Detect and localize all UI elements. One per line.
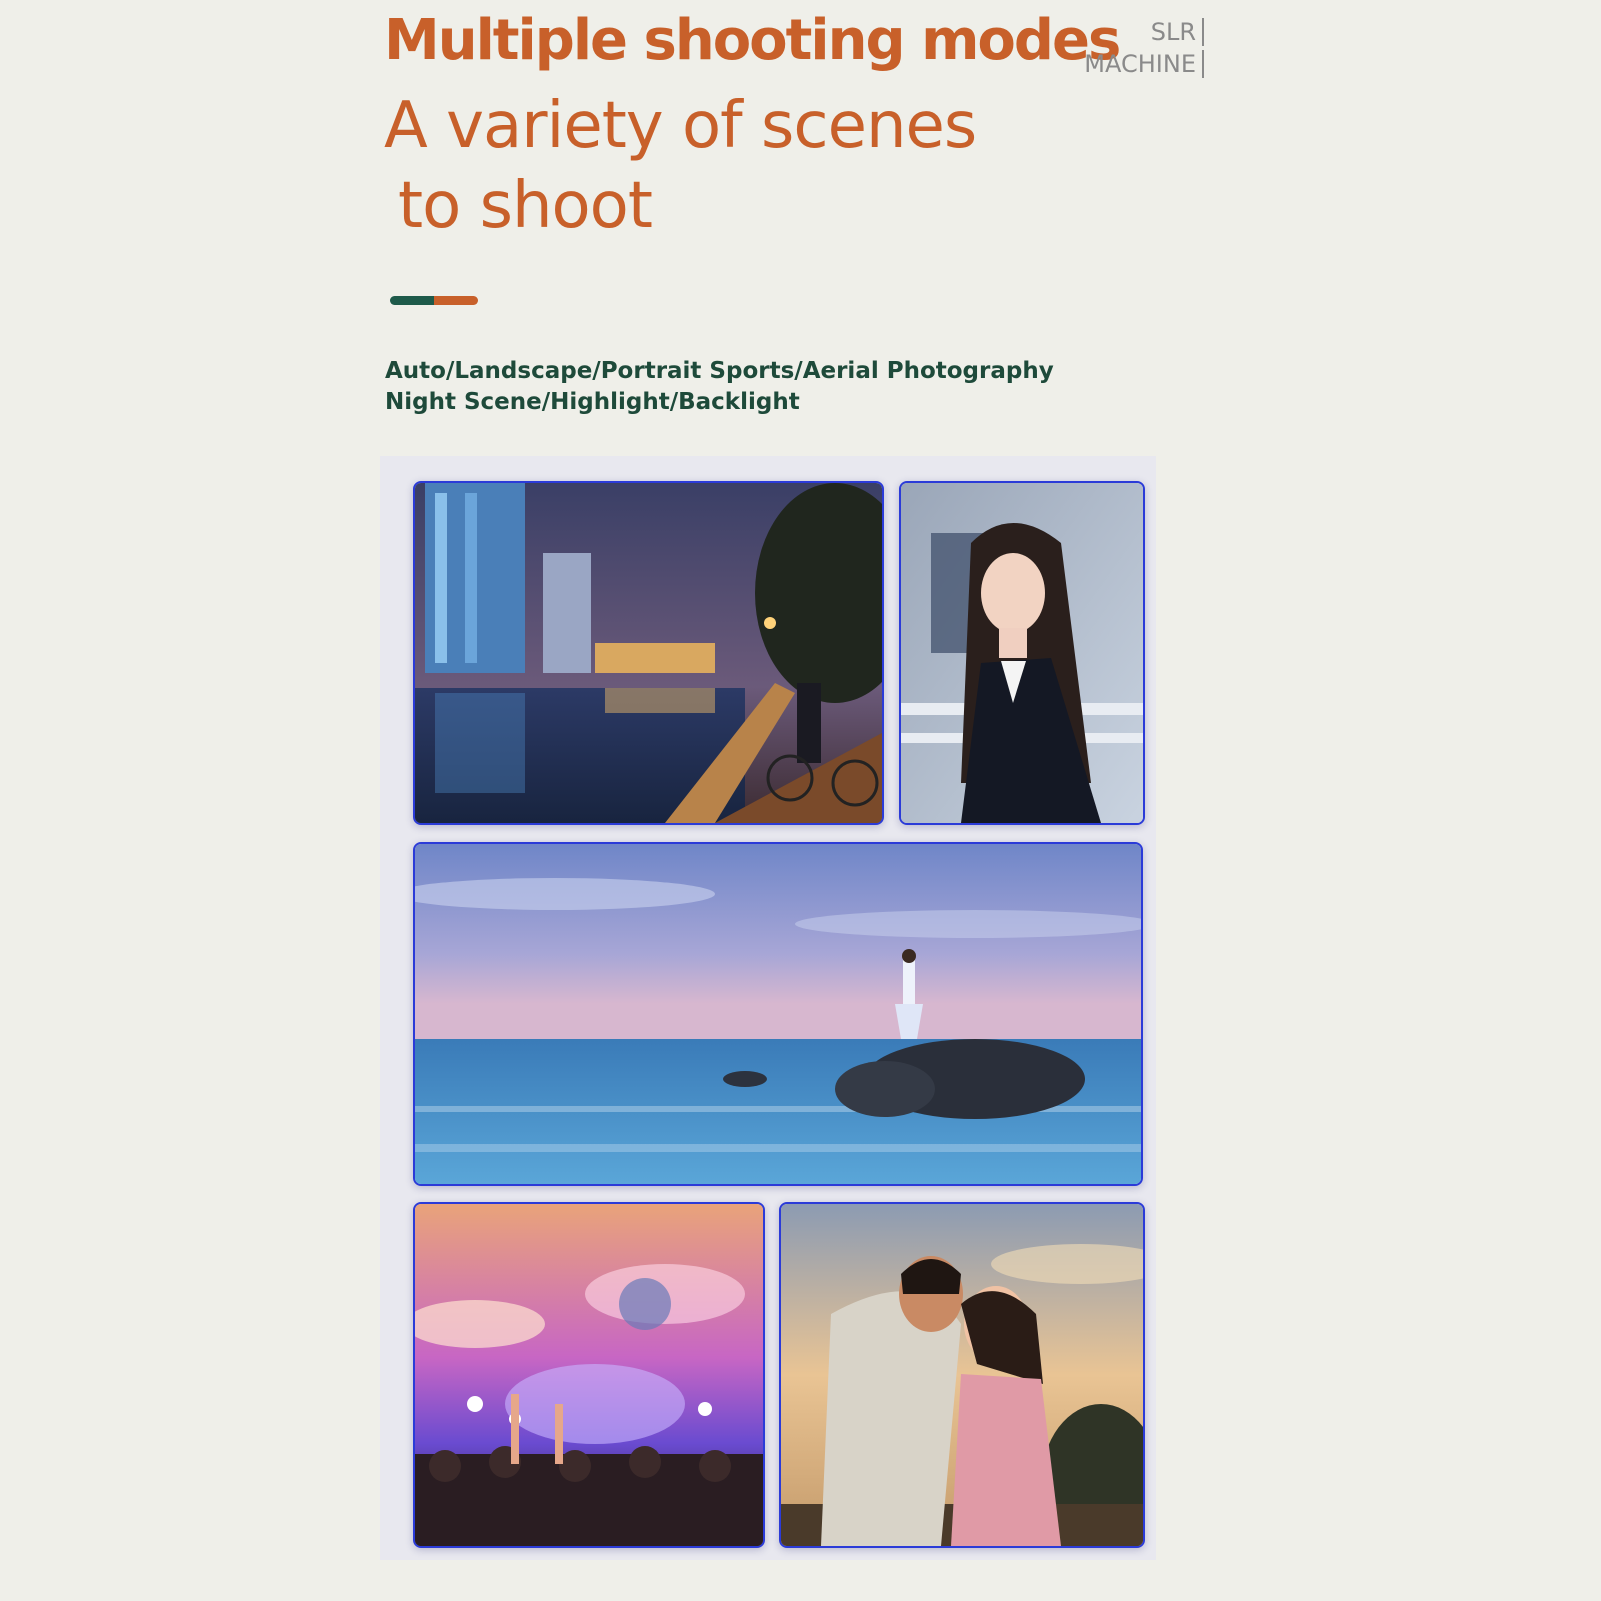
shooting-modes-line-2: Night Scene/Highlight/Backlight: [385, 389, 800, 415]
side-tag-slr: SLR: [1080, 18, 1204, 46]
subheadline-line-1: A variety of scenes: [384, 89, 977, 163]
photo-seaside-rock-woman: [413, 842, 1143, 1186]
shooting-modes-line-1: Auto/Landscape/Portrait Sports/Aerial Ph…: [385, 358, 1054, 384]
accent-divider-orange: [434, 296, 478, 305]
accent-divider: [390, 296, 478, 305]
accent-divider-green: [390, 296, 434, 305]
side-tag-machine: MACHINE: [1080, 50, 1204, 78]
photo-portrait-woman: [899, 481, 1145, 825]
subheadline: A variety of scenes to shoot: [384, 86, 977, 246]
photo-night-city-river: [413, 481, 884, 825]
photo-couple-sunset: [779, 1202, 1145, 1548]
side-tag: SLR MACHINE: [1080, 14, 1204, 78]
shooting-modes-list: Auto/Landscape/Portrait Sports/Aerial Ph…: [385, 356, 1054, 418]
headline: Multiple shooting modes: [384, 8, 1121, 73]
photo-concert-crowd: [413, 1202, 765, 1548]
subheadline-line-2: to shoot: [398, 169, 653, 243]
